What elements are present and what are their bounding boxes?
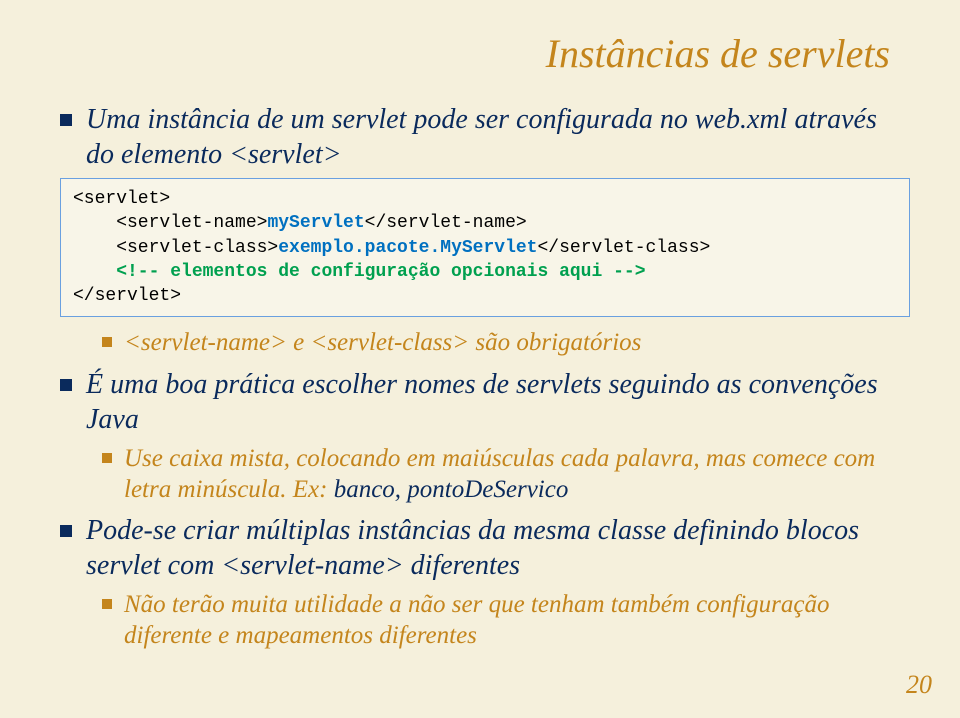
code-line: </servlet-class>	[537, 238, 710, 258]
code-line: </servlet>	[73, 286, 181, 306]
bullet-text: Use caixa mista, colocando em maiúsculas…	[124, 443, 910, 506]
bullet-square-icon	[102, 599, 112, 609]
bullet-text: Pode-se criar múltiplas instâncias da me…	[86, 513, 910, 583]
code-comment: <!-- elementos de configuração opcionais…	[73, 262, 646, 282]
bullet-text: Uma instância de um servlet pode ser con…	[86, 102, 910, 172]
code-line: <servlet-name>	[73, 213, 267, 233]
code-line: <servlet-class>	[73, 238, 278, 258]
bullet-text: <servlet-name> e <servlet-class> são obr…	[124, 327, 641, 358]
code-keyword: exemplo.pacote.MyServlet	[278, 238, 537, 258]
bullet-required-elements: <servlet-name> e <servlet-class> são obr…	[102, 327, 910, 358]
bullet-text: É uma boa prática escolher nomes de serv…	[86, 367, 910, 437]
code-line: <servlet>	[73, 189, 170, 209]
bullet-text: Não terão muita utilidade a não ser que …	[124, 589, 910, 652]
bullet-example: banco, pontoDeServico	[334, 476, 569, 503]
bullet-multiple-instances: Pode-se criar múltiplas instâncias da me…	[60, 513, 910, 583]
bullet-square-icon	[60, 379, 72, 391]
code-line: </servlet-name>	[365, 213, 527, 233]
bullet-mixed-case: Use caixa mista, colocando em maiúsculas…	[102, 443, 910, 506]
bullet-utility-note: Não terão muita utilidade a não ser que …	[102, 589, 910, 652]
bullet-square-icon	[60, 114, 72, 126]
slide-title: Instâncias de servlets	[60, 30, 890, 77]
bullet-naming-practice: É uma boa prática escolher nomes de serv…	[60, 367, 910, 437]
page-number: 20	[906, 670, 932, 700]
bullet-square-icon	[102, 453, 112, 463]
code-block: <servlet> <servlet-name>myServlet</servl…	[60, 178, 910, 317]
bullet-square-icon	[60, 525, 72, 537]
bullet-square-icon	[102, 337, 112, 347]
bullet-configure-instance: Uma instância de um servlet pode ser con…	[60, 102, 910, 172]
code-keyword: myServlet	[267, 213, 364, 233]
